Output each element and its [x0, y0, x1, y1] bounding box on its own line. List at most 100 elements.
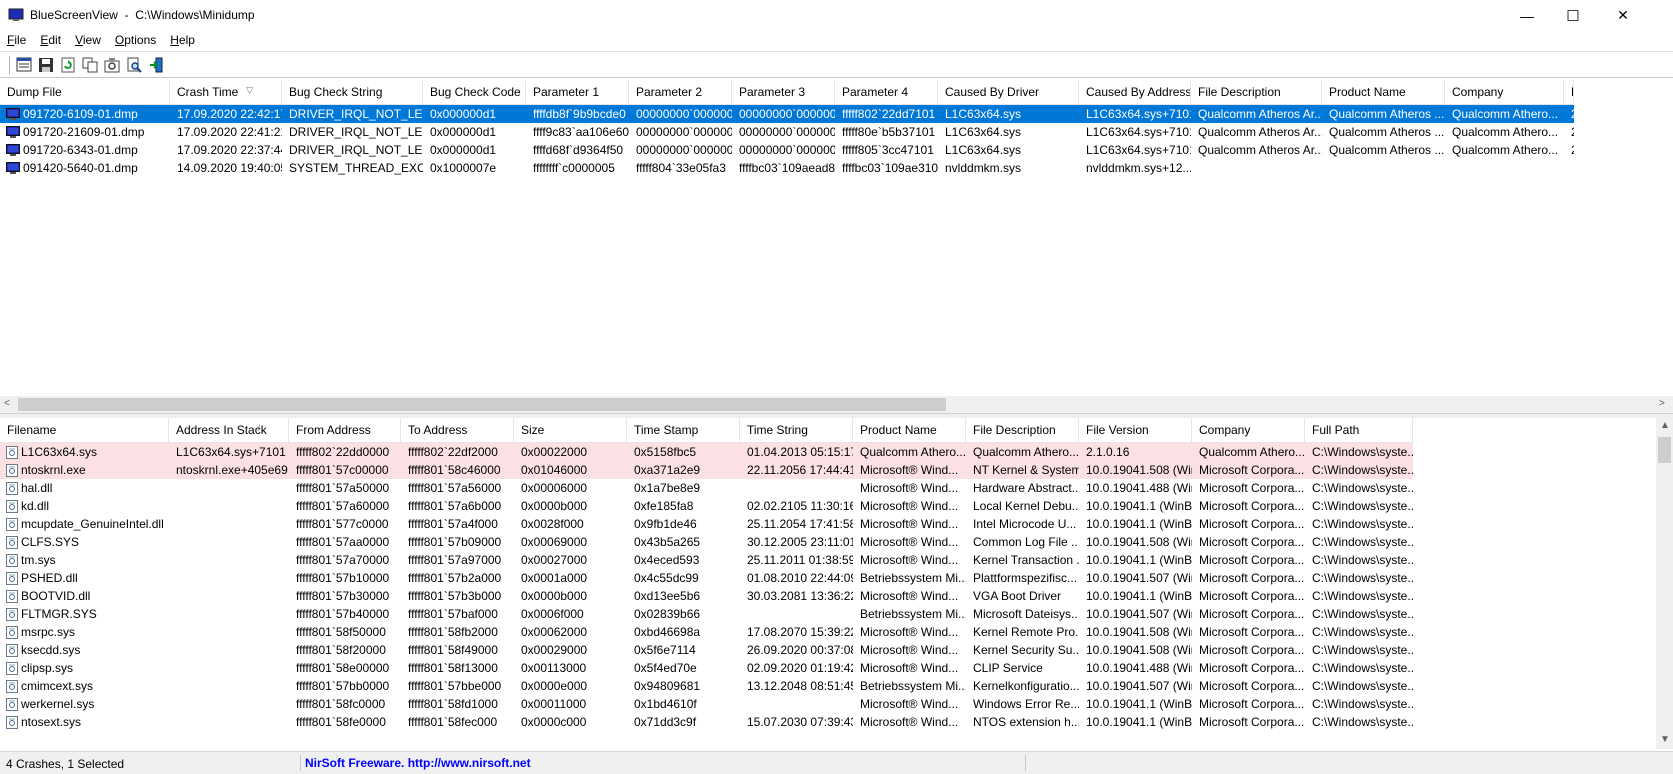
driver-row[interactable]: PSHED.dll fffff801`57b10000 fffff801`57b2a…	[0, 569, 1413, 587]
crash-column-product-name[interactable]: Product Name	[1322, 80, 1445, 104]
driver-row[interactable]: msrpc.sys fffff801`58f50000 fffff801`58fb2…	[0, 623, 1413, 641]
crash-row[interactable]: 091720-6109-01.dmp 17.09.2020 22:42:17 DRI…	[0, 105, 1574, 123]
driver-cell-address-in-stack	[169, 677, 289, 695]
driver-row[interactable]: hal.dll fffff801`57a50000 fffff801`57a5600…	[0, 479, 1413, 497]
advanced-options-icon[interactable]	[103, 56, 121, 74]
column-label: Bug Check String	[289, 85, 383, 99]
crash-column-file-description[interactable]: File Description	[1191, 80, 1322, 104]
driver-cell-product-name: Qualcomm Athero...	[860, 445, 966, 459]
crash-cell-dump-file: 091720-6109-01.dmp	[0, 105, 170, 123]
minimize-button[interactable]: —	[1504, 0, 1550, 31]
window-title: BlueScreenView - C:\Windows\Minidump	[30, 8, 255, 22]
copy-icon[interactable]	[81, 56, 99, 74]
crash-column-caused-by-driver[interactable]: Caused By Driver	[938, 80, 1079, 104]
driver-row[interactable]: cmimcext.sys fffff801`57bb0000 fffff801`57…	[0, 677, 1413, 695]
driver-column-product-name[interactable]: Product Name	[853, 418, 966, 442]
driver-column-to-address[interactable]: To Address	[401, 418, 514, 442]
driver-cell-company: Microsoft Corpora...	[1199, 499, 1305, 513]
driver-cell-time-stamp: 0xbd46698a	[634, 625, 701, 639]
crash-column-dump-file[interactable]: Dump File	[0, 80, 170, 104]
title-bar: BlueScreenView - C:\Windows\Minidump — ☐…	[0, 0, 1673, 31]
driver-row[interactable]: L1C63x64.sys L1C63x64.sys+7101 fffff802`22…	[0, 443, 1413, 461]
driver-cell-filename: msrpc.sys	[0, 623, 169, 641]
driver-row[interactable]: mcupdate_GenuineIntel.dll fffff801`577c00…	[0, 515, 1413, 533]
vertical-scroll-thumb[interactable]	[1658, 437, 1671, 463]
scroll-left-icon[interactable]: <	[4, 398, 10, 409]
crash-column-parameter-4[interactable]: Parameter 4	[835, 80, 938, 104]
crash-list[interactable]: Dump File Crash Time ▽ Bug Check String Bug …	[0, 80, 1673, 396]
crash-cell-parameter-2: 00000000`000000...	[636, 107, 732, 121]
exit-icon[interactable]	[147, 56, 165, 74]
find-icon[interactable]	[125, 56, 143, 74]
driver-row[interactable]: ksecdd.sys fffff801`58f20000 fffff801`58f4…	[0, 641, 1413, 659]
driver-cell-full-path: C:\Windows\syste...	[1312, 571, 1413, 585]
driver-column-size[interactable]: Size	[514, 418, 627, 442]
driver-list[interactable]: Filename Address In Stack / From Address To …	[0, 418, 1656, 749]
crash-column-parameter-3[interactable]: Parameter 3	[732, 80, 835, 104]
column-label: Company	[1452, 85, 1504, 99]
driver-cell-address-in-stack	[169, 569, 289, 587]
driver-cell-from-address: fffff801`57a60000	[296, 499, 390, 513]
driver-row[interactable]: FLTMGR.SYS fffff801`57b40000 fffff801`57ba…	[0, 605, 1413, 623]
driver-column-file-version[interactable]: File Version	[1079, 418, 1192, 442]
crash-column-bug-check-string[interactable]: Bug Check String	[282, 80, 423, 104]
driver-cell-from-address: fffff801`58f50000	[296, 625, 386, 639]
driver-row[interactable]: BOOTVID.dll fffff801`57b30000 fffff801`57b…	[0, 587, 1413, 605]
driver-column-time-string[interactable]: Time String	[740, 418, 853, 442]
driver-cell-product-name: Microsoft® Wind...	[860, 643, 959, 657]
driver-row[interactable]: ntoskrnl.exe ntoskrnl.exe+405e69 fffff801`…	[0, 461, 1413, 479]
driver-row[interactable]: ntosext.sys fffff801`58fe0000 fffff801`58f…	[0, 713, 1413, 731]
menu-options[interactable]: Options	[108, 31, 163, 51]
horizontal-scroll-thumb[interactable]	[18, 398, 946, 411]
driver-cell-time-string: 22.11.2056 17:44:41	[747, 463, 853, 477]
crash-column-company[interactable]: Company	[1445, 80, 1564, 104]
driver-column-file-description[interactable]: File Description	[966, 418, 1079, 442]
crash-row[interactable]: 091720-6343-01.dmp 17.09.2020 22:37:44 DRI…	[0, 141, 1574, 159]
driver-row[interactable]: kd.dll fffff801`57a60000 fffff801`57a6b000…	[0, 497, 1413, 515]
horizontal-scrollbar[interactable]: < >	[0, 396, 1673, 413]
driver-column-from-address[interactable]: From Address	[289, 418, 401, 442]
crash-column-f[interactable]: F	[1564, 80, 1574, 104]
driver-cell-from-address: fffff801`57a50000	[296, 481, 390, 495]
crash-column-caused-by-address[interactable]: Caused By Address	[1079, 80, 1191, 104]
driver-column-full-path[interactable]: Full Path	[1305, 418, 1413, 442]
driver-cell-full-path: C:\Windows\syste...	[1312, 607, 1413, 621]
driver-column-address-in-stack[interactable]: Address In Stack /	[169, 418, 289, 442]
driver-row[interactable]: clipsp.sys fffff801`58e00000 fffff801`58f1…	[0, 659, 1413, 677]
crash-row[interactable]: 091420-5640-01.dmp 14.09.2020 19:40:05 SYS…	[0, 159, 1574, 177]
crash-column-parameter-1[interactable]: Parameter 1	[526, 80, 629, 104]
properties-icon[interactable]	[15, 56, 33, 74]
close-button[interactable]: ✕	[1600, 0, 1646, 31]
driver-column-time-stamp[interactable]: Time Stamp	[627, 418, 740, 442]
driver-column-filename[interactable]: Filename	[0, 418, 169, 442]
driver-column-company[interactable]: Company	[1192, 418, 1305, 442]
driver-row[interactable]: werkernel.sys fffff801`58fc0000 fffff801`5…	[0, 695, 1413, 713]
column-label: Size	[521, 423, 545, 437]
scroll-down-icon[interactable]: ▼	[1660, 734, 1670, 745]
driver-cell-file-description: Windows Error Re...	[973, 697, 1079, 711]
crash-column-bug-check-code[interactable]: Bug Check Code	[423, 80, 526, 104]
driver-file-icon	[6, 536, 18, 550]
driver-row[interactable]: tm.sys fffff801`57a70000 fffff801`57a97000…	[0, 551, 1413, 569]
driver-cell-company: Microsoft Corpora...	[1199, 517, 1305, 531]
driver-cell-product-name: Microsoft® Wind...	[860, 553, 959, 567]
menu-view[interactable]: View	[68, 31, 108, 51]
nirsoft-link[interactable]: NirSoft Freeware. http://www.nirsoft.net	[305, 756, 531, 770]
menu-file[interactable]: File	[0, 31, 33, 51]
save-icon[interactable]	[37, 56, 55, 74]
crash-row[interactable]: 091720-21609-01.dmp 17.09.2020 22:41:21 DR…	[0, 123, 1574, 141]
driver-cell-time-string: 26.09.2020 00:37:08	[747, 643, 853, 657]
menu-help[interactable]: Help	[163, 31, 202, 51]
scroll-up-icon[interactable]: ▲	[1660, 420, 1670, 431]
scroll-right-icon[interactable]: >	[1659, 398, 1665, 409]
menu-edit[interactable]: Edit	[33, 31, 68, 51]
vertical-scrollbar[interactable]: ▲ ▼	[1656, 418, 1673, 749]
crash-column-crash-time[interactable]: Crash Time ▽	[170, 80, 282, 104]
driver-cell-from-address: fffff801`57bb0000	[296, 679, 390, 693]
driver-cell-file-description: Kernel Transaction ...	[973, 553, 1079, 567]
maximize-button[interactable]: ☐	[1550, 0, 1596, 31]
crash-column-parameter-2[interactable]: Parameter 2	[629, 80, 732, 104]
driver-cell-to-address: fffff801`58f49000	[408, 643, 498, 657]
driver-row[interactable]: CLFS.SYS fffff801`57aa0000 fffff801`57b090…	[0, 533, 1413, 551]
refresh-icon[interactable]	[59, 56, 77, 74]
